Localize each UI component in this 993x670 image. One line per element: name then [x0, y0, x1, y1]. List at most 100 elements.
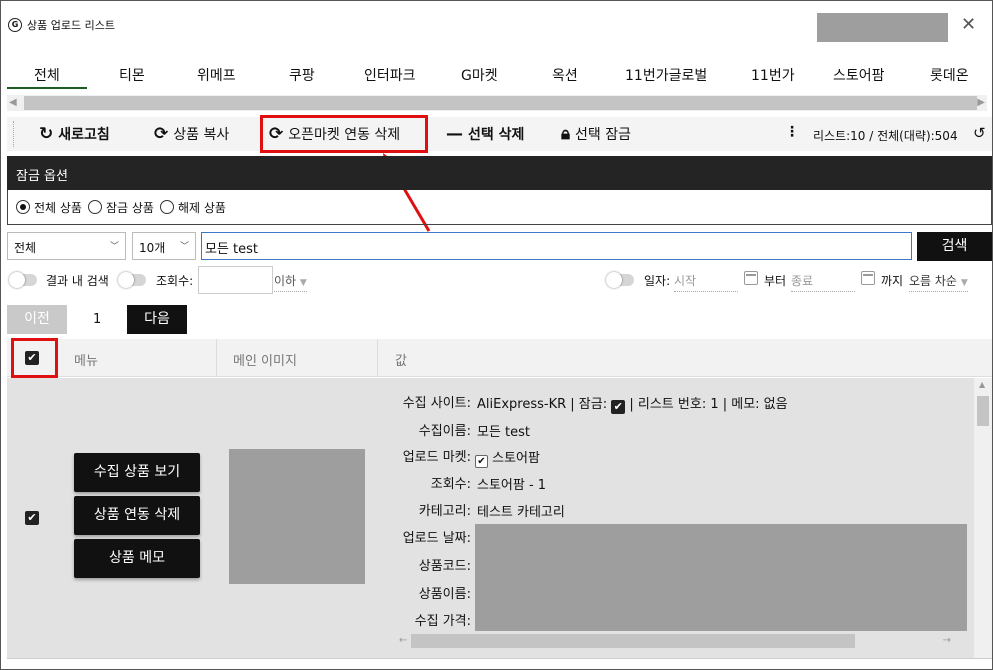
until-label: 까지	[881, 274, 904, 288]
scroll-thumb[interactable]	[977, 396, 989, 426]
market-checkbox[interactable]: ✔	[475, 455, 488, 468]
tab-wemakeprice[interactable]: 위메프	[197, 65, 236, 85]
collect-site-value: AliExpress-KR | 잠금: ✔ | 리스트 번호: 1 | 메모: …	[477, 393, 788, 414]
refresh-label: 새로고침	[58, 127, 110, 143]
selected-lock-label: 선택 잠금	[575, 127, 632, 143]
radio-selected-icon	[16, 200, 30, 214]
selected-lock-button[interactable]: 🔒︎ 선택 잠금	[561, 123, 631, 145]
lock-icon: 🔒︎	[561, 124, 571, 144]
tab-lotteon[interactable]: 롯데온	[930, 65, 969, 85]
in-result-label: 결과 내 검색	[46, 274, 109, 288]
toolbar: ↻ 새로고침 ⟳ 상품 복사 ⟳ 오픈마켓 연동 삭제 — 선택 삭제 🔒︎ 선…	[7, 117, 992, 151]
refresh-button[interactable]: ↻ 새로고침	[39, 123, 110, 145]
scroll-up-icon[interactable]: ▲	[979, 380, 985, 389]
field-label: 업로드 마켓:	[402, 450, 471, 465]
views-value: 스토어팜 - 1	[477, 478, 547, 493]
chevron-down-icon: ﹀	[179, 242, 189, 252]
next-page-button[interactable]: 다음	[127, 305, 187, 334]
start-date-input[interactable]: 시작	[674, 272, 738, 292]
scroll-thumb[interactable]	[24, 96, 977, 110]
radio-label: 잠금 상품	[105, 200, 154, 215]
tab-gmarket[interactable]: G마켓	[461, 65, 498, 85]
lock-options-panel: 전체 상품 잠금 상품 해제 상품	[7, 190, 992, 225]
caret-down-icon: ▼	[299, 278, 307, 288]
count-select[interactable]: 10개 ﹀	[132, 232, 196, 260]
in-result-toggle[interactable]	[9, 272, 37, 288]
scroll-thumb[interactable]	[411, 634, 855, 648]
tab-auction[interactable]: 옥션	[552, 65, 578, 85]
tab-all[interactable]: 전체	[34, 65, 60, 85]
header-value: 값	[395, 354, 407, 369]
calendar-icon[interactable]	[744, 271, 758, 285]
field-label: 상품코드:	[418, 559, 471, 574]
tab-11st-global[interactable]: 11번가글로벌	[625, 65, 707, 85]
tab-storefarm[interactable]: 스토어팜	[833, 65, 885, 85]
date-label: 일자:	[644, 274, 671, 288]
lock-checkbox[interactable]: ✔	[611, 400, 626, 414]
selected-delete-button[interactable]: — 선택 삭제	[446, 123, 524, 145]
unlink-product-button[interactable]: 상품 연동 삭제	[74, 496, 200, 535]
table-header: ✔ 메뉴 메인 이미지 값	[7, 339, 992, 377]
product-memo-button[interactable]: 상품 메모	[74, 539, 200, 578]
page-number: 1	[93, 312, 102, 327]
column-divider	[377, 339, 378, 377]
row-hscrollbar[interactable]: ← →	[397, 633, 963, 649]
toolbar-grip	[13, 121, 14, 147]
product-main-image	[229, 449, 365, 584]
search-input[interactable]: 모든 test	[201, 232, 912, 260]
minus-icon: —	[446, 124, 463, 144]
scroll-right-icon[interactable]: →	[943, 633, 951, 649]
redacted-values	[475, 524, 967, 631]
count-select-value: 10개	[139, 241, 166, 255]
copy-product-label: 상품 복사	[173, 127, 230, 143]
tabs-scrollbar[interactable]: ◀ ▶	[7, 95, 987, 111]
table-vscrollbar[interactable]: ▲	[974, 378, 992, 658]
tab-11st[interactable]: 11번가	[751, 65, 795, 85]
header-main-image: 메인 이미지	[233, 354, 297, 369]
field-label: 업로드 날짜:	[402, 531, 471, 546]
active-tab-indicator	[7, 87, 87, 89]
highlight-box-select-all	[11, 338, 58, 378]
title-bar: G 상품 업로드 리스트 ✕	[1, 1, 992, 51]
chevron-down-icon: ﹀	[109, 242, 119, 252]
reload-icon[interactable]: ↺	[973, 124, 986, 142]
radio-all-products[interactable]: 전체 상품	[16, 199, 82, 216]
selected-delete-label: 선택 삭제	[468, 127, 525, 143]
scroll-left-icon[interactable]: ←	[399, 633, 407, 649]
views-condition-select[interactable]: 이하 ▼	[274, 272, 307, 292]
refresh-icon: ↻	[39, 124, 54, 144]
row-checkbox[interactable]: ✔	[25, 511, 39, 525]
category-value: 테스트 카테고리	[477, 505, 565, 520]
lock-label: | 잠금:	[570, 397, 608, 412]
more-icon[interactable]: ⋮	[785, 124, 799, 140]
next-row-edge	[7, 658, 992, 669]
lock-options-header: 잠금 옵션	[7, 156, 992, 190]
search-button[interactable]: 검색	[917, 232, 992, 261]
views-input[interactable]	[198, 266, 273, 294]
scroll-left-icon[interactable]: ◀	[9, 95, 17, 111]
radio-icon	[159, 200, 174, 214]
tab-interpark[interactable]: 인터파크	[364, 65, 416, 85]
views-toggle[interactable]	[118, 272, 146, 288]
scroll-right-icon[interactable]: ▶	[977, 95, 985, 111]
window-title: 상품 업로드 리스트	[27, 19, 115, 32]
field-label: 상품이름:	[418, 587, 471, 602]
copy-product-button[interactable]: ⟳ 상품 복사	[154, 123, 229, 145]
end-date-input[interactable]: 종료	[791, 272, 855, 292]
prev-page-button[interactable]: 이전	[7, 305, 67, 334]
field-label: 수집 가격:	[414, 614, 471, 629]
sort-order-select[interactable]: 오름 차순 ▼	[909, 272, 968, 292]
category-select[interactable]: 전체 ﹀	[7, 232, 126, 260]
field-label: 수집이름:	[418, 424, 471, 439]
from-label: 부터	[764, 274, 787, 288]
radio-unlocked-products[interactable]: 해제 상품	[159, 199, 226, 216]
calendar-icon[interactable]	[861, 271, 875, 285]
category-select-value: 전체	[14, 241, 37, 255]
radio-locked-products[interactable]: 잠금 상품	[87, 199, 154, 216]
date-toggle[interactable]	[606, 272, 634, 288]
tab-coupang[interactable]: 쿠팡	[289, 65, 315, 85]
close-icon[interactable]: ✕	[961, 14, 976, 36]
tab-tmon[interactable]: 티몬	[119, 65, 145, 85]
highlight-box-openmarket-delete	[260, 115, 428, 153]
view-collected-product-button[interactable]: 수집 상품 보기	[74, 453, 200, 492]
